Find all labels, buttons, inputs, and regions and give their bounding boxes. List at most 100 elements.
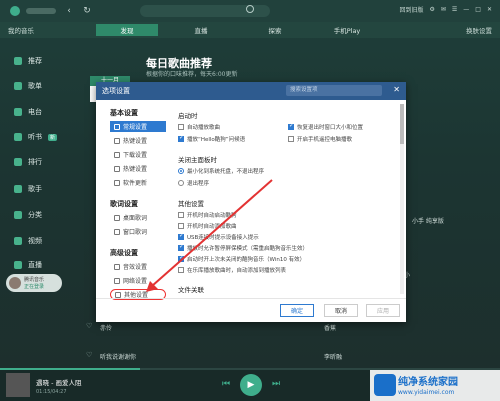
- radio[interactable]: [178, 168, 184, 174]
- checkbox[interactable]: [178, 223, 184, 229]
- option-add-to-playlist[interactable]: 在乐库播放歌曲时，自动添加到播放列表: [178, 266, 286, 274]
- scrollbar-thumb[interactable]: [400, 104, 404, 144]
- keyboard-icon: [114, 137, 120, 144]
- radio-icon: [14, 108, 22, 116]
- checkbox[interactable]: [178, 267, 184, 273]
- now-playing-title[interactable]: 遇晓 - 画爱人阻: [36, 377, 81, 387]
- nav-item-audio[interactable]: 音效设置: [110, 261, 166, 272]
- section-file-association: 文件关联: [178, 286, 204, 294]
- close-button[interactable]: ✕: [487, 6, 492, 13]
- nav-item-window-lyrics[interactable]: 窗口歌词: [110, 226, 166, 237]
- nav-item-download[interactable]: 下载设置: [110, 149, 166, 160]
- option-label: 最小化到系统托盘，不退出程序: [187, 169, 265, 175]
- sidebar-item-video[interactable]: 视频: [14, 236, 42, 246]
- option-usb-prompt[interactable]: USB连接时提示设备接入提示: [178, 232, 259, 241]
- sidebar-item-category[interactable]: 分类: [14, 210, 42, 220]
- tab-mobile-play[interactable]: 手机Play: [316, 24, 378, 36]
- sidebar-item-label: 推荐: [28, 57, 42, 65]
- minimize-button[interactable]: —: [463, 6, 469, 13]
- tab-live[interactable]: 直播: [170, 24, 232, 36]
- settings-icon[interactable]: ⚙: [429, 6, 434, 13]
- old-version-link[interactable]: 回到旧版: [399, 5, 423, 14]
- nav-item-desktop-lyrics[interactable]: 桌面歌词: [110, 212, 166, 223]
- option-minimize-tray[interactable]: 最小化到系统托盘，不退出程序: [178, 167, 264, 175]
- sidebar-item-radio[interactable]: 电台: [14, 107, 42, 117]
- watermark-url: www.yidaimei.com: [398, 389, 455, 396]
- playlist-icon: [14, 82, 22, 90]
- equalizer-icon: [114, 263, 120, 270]
- refresh-icon[interactable]: ↻: [82, 6, 92, 16]
- heart-icon[interactable]: ♡: [86, 351, 92, 359]
- checkbox[interactable]: [178, 212, 184, 218]
- checkbox[interactable]: [288, 122, 294, 130]
- nav-item-label: 桌面歌词: [123, 215, 148, 222]
- sidebar-item-audiobook[interactable]: 听书新: [14, 132, 58, 142]
- heart-icon[interactable]: ♡: [86, 322, 92, 330]
- option-auto-add[interactable]: 开机时自动添加歌曲: [178, 222, 237, 230]
- ok-button[interactable]: 确定: [280, 304, 314, 317]
- nav-item-hotkey[interactable]: 热键设置: [110, 135, 166, 146]
- maximize-button[interactable]: □: [475, 6, 481, 13]
- tab-explore[interactable]: 探索: [244, 24, 306, 36]
- mail-icon[interactable]: ✉: [441, 6, 446, 13]
- option-exit[interactable]: 退出程序: [178, 179, 209, 187]
- section-other: 其他设置: [178, 200, 204, 208]
- nav-item-network[interactable]: 网络设置: [110, 275, 166, 286]
- user-profile[interactable]: 腾讯音乐 正在登录: [6, 274, 62, 292]
- sidebar-item-live[interactable]: 直播: [14, 260, 42, 270]
- nav-group-lyrics: 歌词设置: [110, 200, 138, 208]
- nav-group-advanced: 高级设置: [110, 249, 138, 257]
- option-auto-start[interactable]: 开机时自动启动酷狗: [178, 211, 237, 219]
- option-phone-remote[interactable]: 开启手机遥控电脑播歌: [288, 135, 352, 143]
- option-autoplay[interactable]: 自动播放歌曲: [178, 123, 220, 131]
- song-title[interactable]: 听我说谢谢你: [100, 352, 136, 361]
- option-screensaver[interactable]: 播放时允许暂停屏保模式（需重启酷狗音乐生效）: [178, 243, 308, 252]
- checkbox[interactable]: [178, 232, 184, 240]
- daily-subtitle: 根据你的口味推荐，每天6:00更新: [146, 71, 238, 78]
- radio[interactable]: [178, 180, 184, 186]
- nav-item-label: 窗口歌词: [123, 229, 148, 236]
- skin-settings-button[interactable]: 换肤设置: [466, 25, 492, 35]
- option-restore-window[interactable]: 恢复退出时窗口大小和位置: [288, 122, 363, 131]
- sidebar-item-singer[interactable]: 歌手: [14, 184, 42, 194]
- my-music-tab[interactable]: 我的音乐: [8, 25, 34, 35]
- close-icon[interactable]: ✕: [393, 85, 400, 94]
- sidebar-item-playlist[interactable]: 歌单: [14, 81, 42, 91]
- watermark-text: 纯净系统家园: [398, 377, 458, 388]
- sidebar-item-ranking[interactable]: 排行: [14, 157, 42, 167]
- previous-button[interactable]: ⏮: [222, 379, 230, 389]
- apply-button[interactable]: 应用: [366, 304, 400, 317]
- search-icon[interactable]: [246, 5, 254, 13]
- song-artist[interactable]: 香蕉: [324, 323, 336, 332]
- checkbox[interactable]: [178, 134, 184, 142]
- tab-discover[interactable]: 发现: [96, 24, 158, 36]
- watermark: 纯净系统家园 www.yidaimei.com: [370, 370, 500, 401]
- window-lyrics-icon: [114, 228, 120, 235]
- sidebar-item-label: 视频: [28, 237, 42, 245]
- nav-item-update[interactable]: 软件更新: [110, 177, 166, 188]
- recommend-icon: [14, 57, 22, 65]
- album-cover[interactable]: [6, 373, 30, 397]
- back-icon[interactable]: ‹: [64, 6, 74, 16]
- checkbox[interactable]: [178, 243, 184, 251]
- side-song-label[interactable]: 小手 纯享版: [412, 216, 444, 225]
- settings-scrollbar[interactable]: [400, 104, 404, 294]
- options-dialog: 选项设置 搜索设置项 ✕ 基本设置 常规设置 热键设置 下载设置 热键设置 软件…: [96, 82, 406, 322]
- checkbox[interactable]: [288, 136, 294, 142]
- nav-item-hotkey-2[interactable]: 热键设置: [110, 163, 166, 174]
- cancel-button[interactable]: 取消: [324, 304, 358, 317]
- option-hello-greeting[interactable]: 播放“Hello酷狗”问候语: [178, 134, 245, 143]
- option-resume-last[interactable]: 启动时开上次未关闭的酷狗音乐（Win10 有效）: [178, 254, 305, 263]
- title-bar: ‹ ↻ 回到旧版 ⚙ ✉ ☰ — □ ✕: [0, 0, 500, 22]
- checkbox[interactable]: [178, 254, 184, 262]
- checkbox[interactable]: [178, 124, 184, 130]
- more-icon: [115, 291, 121, 298]
- next-button[interactable]: ⏭: [272, 379, 280, 389]
- play-button[interactable]: ▶: [240, 374, 262, 396]
- sidebar-item-recommend[interactable]: 推荐: [14, 56, 42, 66]
- menu-icon[interactable]: ☰: [452, 6, 457, 13]
- settings-search-input[interactable]: 搜索设置项: [286, 85, 382, 96]
- song-title[interactable]: 赤伶: [100, 323, 112, 332]
- song-artist[interactable]: 李昕融: [324, 352, 342, 361]
- nav-item-general[interactable]: 常规设置: [110, 121, 166, 132]
